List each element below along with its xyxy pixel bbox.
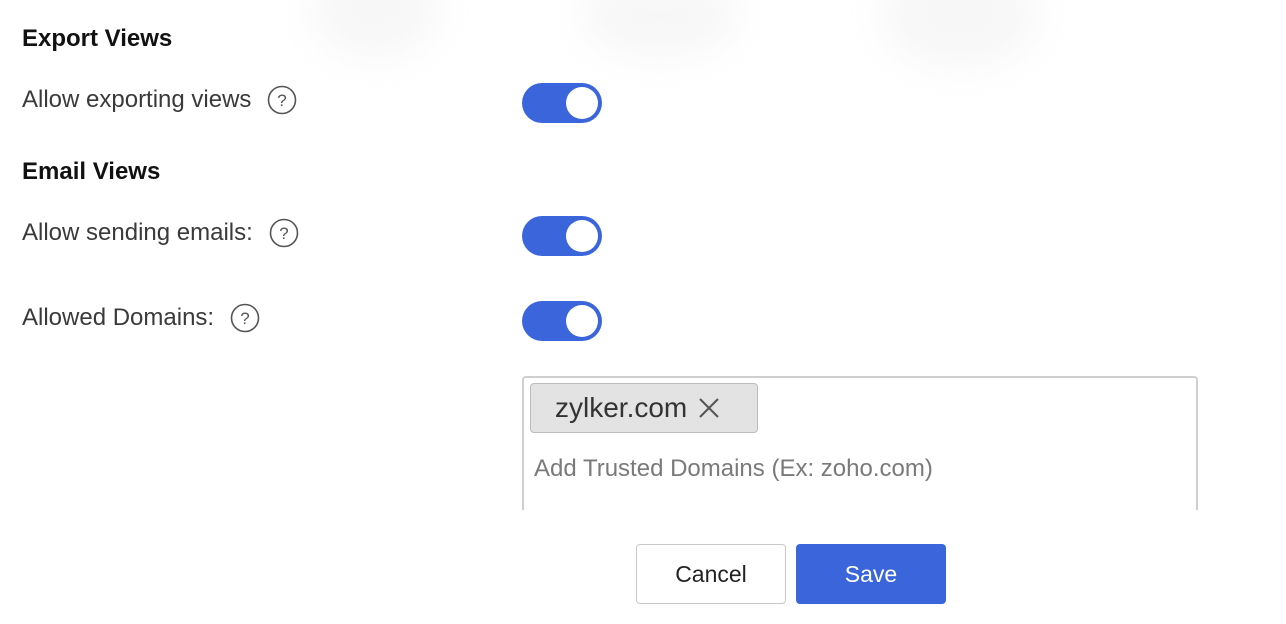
allow-sending-emails-toggle[interactable] bbox=[522, 216, 602, 256]
toggle-knob bbox=[566, 87, 598, 119]
allow-sending-emails-label: Allow sending emails: bbox=[22, 219, 253, 246]
email-views-heading: Email Views bbox=[22, 158, 161, 185]
toggle-knob bbox=[566, 305, 598, 337]
question-circle-icon[interactable]: ? bbox=[269, 218, 299, 248]
close-icon[interactable] bbox=[697, 396, 721, 420]
allowed-domains-label: Allowed Domains: bbox=[22, 304, 215, 331]
background-decoration bbox=[310, 0, 440, 60]
allowed-domains-toggle[interactable] bbox=[522, 301, 602, 341]
save-button[interactable]: Save bbox=[796, 544, 946, 604]
domain-chip-label: zylker.com bbox=[555, 392, 688, 423]
allow-sending-emails-row: Allow sending emails: ? bbox=[22, 216, 299, 250]
background-decoration bbox=[580, 0, 740, 60]
svg-text:?: ? bbox=[279, 224, 288, 243]
allow-exporting-views-label: Allow exporting views bbox=[22, 86, 252, 113]
domain-chip: zylker.com bbox=[530, 383, 758, 433]
trusted-domains-box[interactable]: zylker.com bbox=[522, 376, 1198, 510]
export-views-heading: Export Views bbox=[22, 25, 173, 52]
toggle-knob bbox=[566, 220, 598, 252]
question-circle-icon[interactable]: ? bbox=[230, 303, 260, 333]
allowed-domains-row: Allowed Domains: ? bbox=[22, 301, 260, 335]
svg-text:?: ? bbox=[278, 91, 287, 110]
cancel-button[interactable]: Cancel bbox=[636, 544, 786, 604]
allow-exporting-views-toggle[interactable] bbox=[522, 83, 602, 123]
allow-exporting-views-row: Allow exporting views ? bbox=[22, 83, 297, 117]
svg-text:?: ? bbox=[240, 309, 249, 328]
trusted-domains-input[interactable] bbox=[534, 451, 1174, 487]
background-decoration bbox=[880, 0, 1040, 70]
question-circle-icon[interactable]: ? bbox=[267, 85, 297, 115]
